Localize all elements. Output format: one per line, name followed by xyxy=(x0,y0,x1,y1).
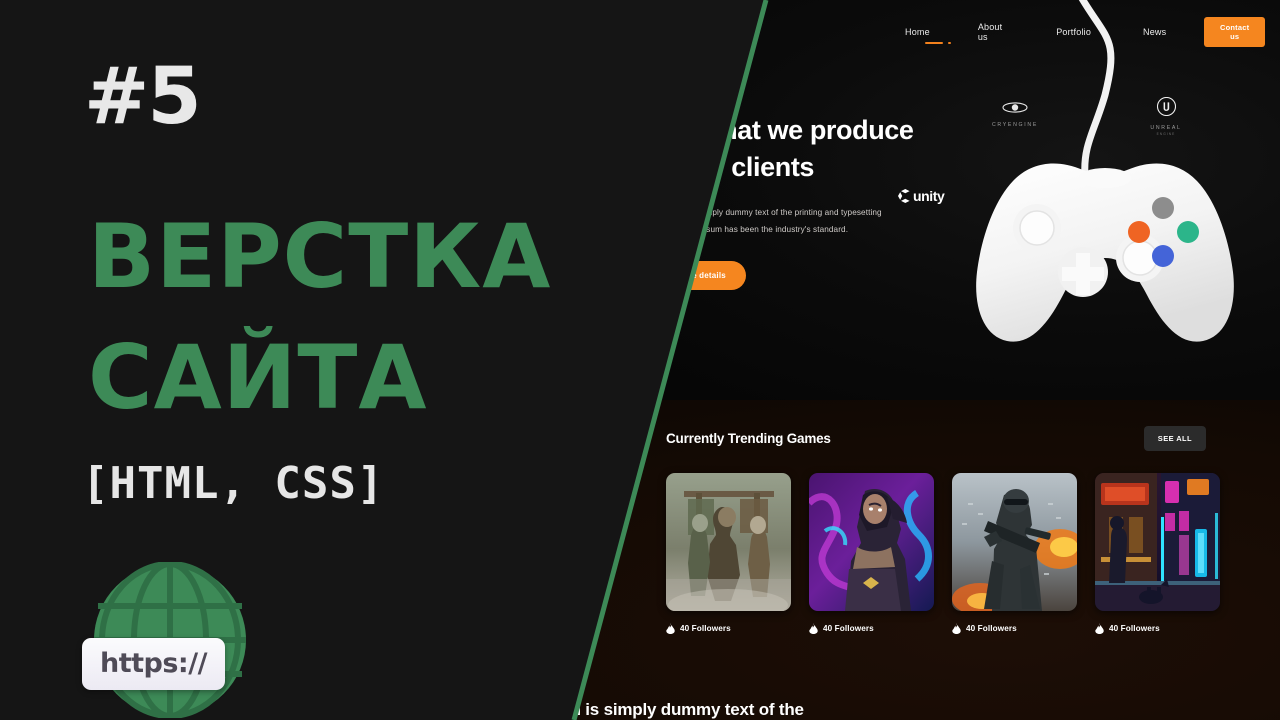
unity-cube-icon xyxy=(898,189,910,203)
unity-logo: unity xyxy=(898,188,945,204)
soldier-explosion-artwork-icon xyxy=(952,473,1077,611)
hero-paragraph: Lorem ipsum is simply dummy text of the … xyxy=(640,208,882,235)
game-card[interactable]: 40 Followers xyxy=(666,473,791,634)
nav-active-dot xyxy=(948,42,951,44)
flame-icon xyxy=(809,623,818,634)
game-card[interactable]: 40 Followers xyxy=(809,473,934,634)
game-card[interactable]: 40 Followers xyxy=(952,473,1077,634)
see-all-button[interactable]: SEE ALL xyxy=(1143,426,1206,451)
title-line-2: САЙТА xyxy=(88,326,428,429)
game-controller-illustration xyxy=(955,0,1255,360)
trending-section-header: Currently Trending Games SEE ALL xyxy=(666,426,1206,451)
episode-number: #5 xyxy=(84,52,202,142)
thumbnail-canvas: Home About us Portfolio News Contact us … xyxy=(0,0,1280,720)
game-card-thumbnail-1[interactable] xyxy=(666,473,791,611)
tech-tags: [HTML, CSS] xyxy=(82,458,385,509)
nav-active-underline xyxy=(925,42,943,44)
nav-item-home[interactable]: Home xyxy=(905,27,930,37)
followers-count: 40 Followers xyxy=(680,624,731,633)
unity-label: unity xyxy=(913,188,945,204)
warriors-battle-artwork-icon xyxy=(666,473,791,611)
trending-title: Currently Trending Games xyxy=(666,431,831,446)
url-badge: https:// xyxy=(82,638,225,690)
get-more-details-button[interactable]: Get more details xyxy=(640,261,746,291)
url-badge-text: https:// xyxy=(100,648,207,679)
hero-copy-block: Work that we produce for our clients Lor… xyxy=(640,112,940,291)
flame-icon xyxy=(666,623,675,634)
thumbnail-left-panel: #5 ВЕРСТКА САЙТА [HTML, CSS] https:// xyxy=(0,0,640,720)
neon-purple-assassin-artwork-icon xyxy=(809,473,934,611)
game-card-thumbnail-3[interactable] xyxy=(952,473,1077,611)
hero-heading: Work that we produce for our clients xyxy=(640,115,914,182)
game-card[interactable]: 40 Followers xyxy=(1095,473,1220,634)
flame-icon xyxy=(952,623,961,634)
followers-count: 40 Followers xyxy=(823,624,874,633)
game-card-meta: 40 Followers xyxy=(666,623,791,634)
game-card-meta: 40 Followers xyxy=(809,623,934,634)
game-card-thumbnail-2[interactable] xyxy=(809,473,934,611)
game-card-meta: 40 Followers xyxy=(952,623,1077,634)
flame-icon xyxy=(1095,623,1104,634)
game-card-meta: 40 Followers xyxy=(1095,623,1220,634)
title-line-1: ВЕРСТКА xyxy=(88,205,552,308)
game-card-thumbnail-4[interactable] xyxy=(1095,473,1220,611)
followers-count: 40 Followers xyxy=(1109,624,1160,633)
trending-cards-list: 40 Followers 40 Followers 40 Followers 4… xyxy=(666,473,1220,634)
cyberpunk-neon-street-artwork-icon xyxy=(1095,473,1220,611)
controller-body-icon xyxy=(976,163,1234,342)
followers-count: 40 Followers xyxy=(966,624,1017,633)
